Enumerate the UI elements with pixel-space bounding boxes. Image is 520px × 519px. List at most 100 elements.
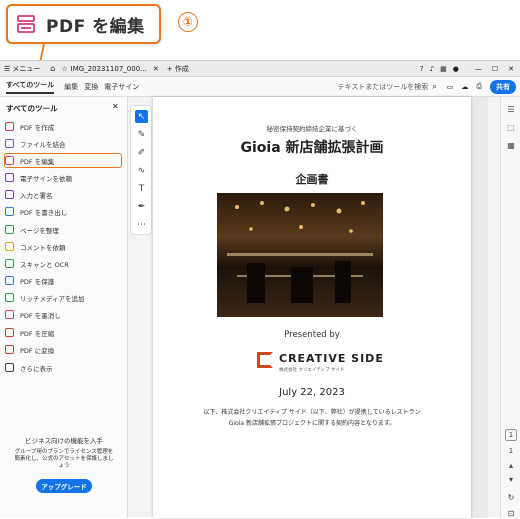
bell-icon[interactable]: ♪: [430, 65, 434, 73]
tab-convert[interactable]: 変換: [84, 82, 98, 92]
freehand-icon[interactable]: ∿: [135, 164, 148, 177]
sidebar-item-label: 入力と署名: [20, 191, 53, 200]
signature-icon[interactable]: ✒: [135, 200, 148, 213]
sidebar-item-protect[interactable]: PDF を保護: [5, 273, 123, 288]
star-icon[interactable]: ☆: [61, 65, 67, 73]
page-down-icon[interactable]: ▾: [505, 473, 517, 485]
add-text-icon[interactable]: T: [135, 182, 148, 195]
sidebar-item-label: PDF に変換: [20, 346, 55, 355]
print-icon[interactable]: ⎙: [476, 82, 482, 91]
promo-body: グループ用のプランでライセンス管理を簡素化し、公式のアセットを保護しましょう: [14, 449, 114, 469]
page-up-icon[interactable]: ▴: [505, 459, 517, 471]
sign-request-icon: [5, 173, 14, 182]
sidebar-item-create-pdf[interactable]: PDF を作成: [5, 119, 123, 134]
sidebar-item-label: PDF を墨消し: [20, 311, 61, 320]
upgrade-button[interactable]: アップグレード: [36, 479, 92, 493]
more-options-icon[interactable]: ⋯: [135, 218, 148, 231]
new-tab-button[interactable]: + 作成: [167, 64, 189, 74]
sidebar-item-convert[interactable]: PDF に変換: [5, 342, 123, 357]
help-icon[interactable]: ?: [420, 65, 424, 73]
tab-edit[interactable]: 編集: [64, 82, 78, 92]
document-tab[interactable]: IMG_20231107_000...: [71, 65, 147, 73]
sidebar-item-combine[interactable]: ファイルを結合: [5, 136, 123, 151]
company-logo-icon: [257, 352, 273, 368]
sidebar-item-rich-media[interactable]: リッチメディアを追加: [5, 290, 123, 305]
apps-icon[interactable]: ▦: [440, 65, 447, 73]
sidebar-item-label: ページを整理: [20, 226, 59, 235]
close-panel-icon[interactable]: ✕: [112, 102, 119, 111]
company-name: CREATIVE SIDE: [279, 352, 384, 365]
document-canvas[interactable]: 秘密保持契約締結企業に基づく Gioia 新店舗拡張計画 企画書 Present…: [153, 97, 488, 518]
search-field[interactable]: テキストまたはツールを検索: [337, 82, 428, 92]
sidebar-item-comment[interactable]: コメントを依頼: [5, 239, 123, 254]
page-total: 1: [508, 447, 514, 455]
sidebar-item-label: コメントを依頼: [20, 243, 66, 252]
cloud-upload-icon[interactable]: ☁: [461, 83, 468, 91]
presented-by: Presented by: [284, 330, 340, 340]
promo-title: ビジネス向けの機能を入手: [25, 437, 103, 445]
sidebar-item-fill-sign[interactable]: 入力と署名: [5, 187, 123, 202]
sidebar-item-label: PDF を保護: [20, 277, 55, 286]
bookmarks-panel-icon[interactable]: ⬚: [505, 121, 517, 133]
document-body-line1: 以下、株式会社クリエイティブ サイド（以下、弊社）が提携しているレストラン: [203, 409, 421, 416]
sidebar-item-label: PDF を書き出し: [20, 208, 68, 217]
sidebar-item-label: さらに表示: [20, 364, 53, 373]
maximize-icon[interactable]: ☐: [492, 65, 498, 73]
compress-icon: [5, 328, 14, 337]
comments-panel-icon[interactable]: ☰: [505, 103, 517, 115]
combine-icon: [5, 139, 14, 148]
minimize-icon[interactable]: —: [475, 65, 482, 73]
protect-icon: [5, 276, 14, 285]
sidebar-item-sign-request[interactable]: 電子サインを依頼: [5, 170, 123, 185]
thumbnails-icon[interactable]: ▦: [505, 139, 517, 151]
page-number-box[interactable]: 1: [505, 429, 517, 441]
fill-sign-icon: [5, 190, 14, 199]
search-icon[interactable]: ⌕: [432, 82, 436, 92]
organize-pages-icon: [5, 225, 14, 234]
sidebar-item-export-pdf[interactable]: PDF を書き出し: [5, 204, 123, 219]
sidebar-item-label: リッチメディアを追加: [20, 294, 85, 303]
sidebar-item-more-tools[interactable]: さらに表示: [5, 360, 123, 375]
scan-ocr-icon: [5, 259, 14, 268]
close-window-icon[interactable]: ✕: [508, 65, 514, 73]
sidebar-item-scan-ocr[interactable]: スキャンと OCR: [5, 256, 123, 271]
export-pdf-icon: [5, 207, 14, 216]
menu-icon[interactable]: ☰: [4, 65, 10, 73]
acrobat-window: ☰ メニュー ⌂ ☆ IMG_20231107_000... ✕ + 作成 ? …: [0, 60, 520, 518]
rotate-icon[interactable]: ↻: [505, 491, 517, 503]
tab-e-sign[interactable]: 電子サイン: [104, 82, 139, 92]
home-icon[interactable]: ⌂: [50, 64, 55, 73]
sidebar-item-compress[interactable]: PDF を圧縮: [5, 325, 123, 340]
select-cursor-icon[interactable]: ↖: [135, 110, 148, 123]
main-toolbar: すべてのツール 編集 変換 電子サイン テキストまたはツールを検索 ⌕ ▭ ☁ …: [0, 77, 520, 97]
sidebar-item-label: ファイルを結合: [20, 140, 66, 149]
add-comment-icon[interactable]: ✎: [135, 128, 148, 141]
restaurant-photo: [217, 193, 383, 317]
fit-page-icon[interactable]: ⊡: [505, 507, 517, 519]
close-tab-icon[interactable]: ✕: [153, 65, 159, 73]
all-tools-panel: すべてのツール ✕ PDF を作成ファイルを結合 PDF を編集電子サインを依頼入…: [0, 97, 128, 518]
rich-media-icon: [5, 293, 14, 302]
sidebar-item-label: PDF を作成: [20, 123, 55, 132]
edit-pdf-icon: [5, 156, 14, 165]
document-date: July 22, 2023: [279, 387, 345, 398]
sidebar-item-label: PDF を編集: [20, 157, 55, 166]
sidebar-item-redact[interactable]: PDF を墨消し: [5, 307, 123, 322]
sidebar-item-organize-pages[interactable]: ページを整理: [5, 222, 123, 237]
sidebar-item-edit-pdf[interactable]: PDF を編集: [4, 153, 122, 168]
share-button[interactable]: 共有: [490, 79, 516, 94]
sidebar-item-label: PDF を圧縮: [20, 329, 55, 338]
menu-label[interactable]: メニュー: [12, 64, 40, 74]
document-body-line2: Gioia 新店舗拡張プロジェクトに関する契約内容となります。: [228, 420, 396, 427]
sidebar-item-label: 電子サインを依頼: [20, 174, 72, 183]
quick-tools-bar: ↖ ✎ ✐ ∿ T ✒ ⋯: [130, 105, 152, 235]
company-subname: 株式会社 クリエイティブ サイド: [279, 368, 345, 373]
right-rail: ☰ ⬚ ▦ 1 1 ▴ ▾ ↻ ⊡: [500, 97, 520, 518]
draw-pen-icon[interactable]: ✐: [135, 146, 148, 159]
bookmark-icon[interactable]: ▭: [447, 83, 454, 91]
account-icon[interactable]: ●: [453, 65, 459, 73]
panel-title: すべてのツール: [6, 104, 58, 113]
confidential-note: 秘密保持契約締結企業に基づく: [266, 125, 358, 133]
tab-all-tools[interactable]: すべてのツール: [6, 80, 55, 94]
comment-icon: [5, 242, 14, 251]
